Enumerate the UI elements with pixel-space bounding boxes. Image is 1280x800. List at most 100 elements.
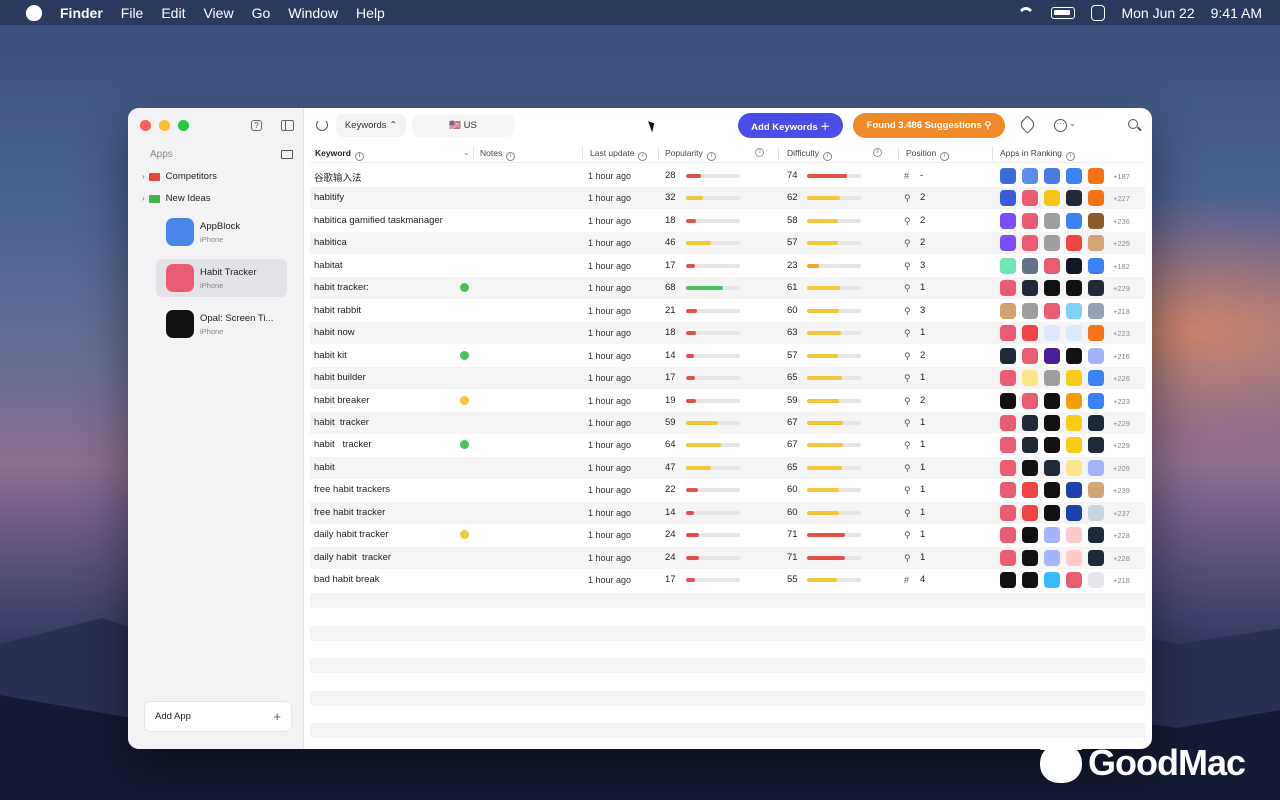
ranking-app-icon[interactable] xyxy=(1088,482,1104,499)
new-folder-icon[interactable] xyxy=(281,150,293,159)
ranking-app-icon[interactable] xyxy=(1088,572,1104,589)
ranking-app-icon[interactable] xyxy=(1044,549,1060,566)
col-notes[interactable]: Notes i xyxy=(480,148,516,161)
ranking-app-icon[interactable] xyxy=(1066,280,1082,297)
keyword-cell[interactable]: habit builder xyxy=(314,372,366,383)
ranking-app-icon[interactable] xyxy=(1066,325,1082,342)
sidebar-folder[interactable]: › New Ideas xyxy=(142,193,211,204)
ranking-app-icon[interactable] xyxy=(1022,437,1038,454)
table-row[interactable]: bad habit break 1 hour ago 17 55 #4 +218 xyxy=(310,569,1145,591)
keyword-cell[interactable]: bad habit break xyxy=(314,574,380,585)
ranking-app-icon[interactable] xyxy=(1044,235,1060,252)
table-row[interactable]: daily habit tracker 1 hour ago 24 71 ⚲ 1 +228 xyxy=(310,524,1145,546)
keyword-cell[interactable]: habitica gamified taskmanager xyxy=(314,215,443,226)
chevron-down-icon[interactable]: ⌄ xyxy=(463,148,470,157)
apple-icon[interactable] xyxy=(26,4,42,21)
ranking-app-icon[interactable] xyxy=(1044,370,1060,387)
ranking-app-icon[interactable] xyxy=(1088,347,1104,364)
ranking-app-icon[interactable] xyxy=(1088,370,1104,387)
ranking-app-icon[interactable] xyxy=(1022,459,1038,476)
col-position[interactable]: Position i xyxy=(906,148,950,161)
keyword-cell[interactable]: habit breaker xyxy=(314,395,369,406)
ranking-app-icon[interactable] xyxy=(1044,257,1060,274)
more-apps-count[interactable]: +216 xyxy=(1113,352,1130,361)
menu-edit[interactable]: Edit xyxy=(161,5,185,21)
more-apps-count[interactable]: +236 xyxy=(1113,217,1130,226)
table-row[interactable]: habitat 1 hour ago 17 23 ⚲ 3 +182 xyxy=(310,255,1145,277)
ranking-app-icon[interactable] xyxy=(1088,257,1104,274)
menu-help[interactable]: Help xyxy=(356,5,385,21)
note-dot-icon[interactable] xyxy=(460,350,469,360)
keyword-cell[interactable]: habit tracker: xyxy=(314,282,369,293)
ranking-app-icon[interactable] xyxy=(1000,280,1016,297)
ranking-app-icon[interactable] xyxy=(1022,414,1038,431)
table-row[interactable]: habit rabbit 1 hour ago 21 60 ⚲ 3 +218 xyxy=(310,300,1145,322)
add-app-button[interactable]: Add App + xyxy=(144,701,292,732)
keyword-cell[interactable]: daily habit tracker xyxy=(314,552,391,563)
menu-date[interactable]: Mon Jun 22 xyxy=(1121,5,1194,21)
ranking-app-icon[interactable] xyxy=(1088,168,1104,184)
info-icon[interactable]: i xyxy=(638,152,648,161)
ranking-app-icon[interactable] xyxy=(1044,302,1060,319)
col-keyword[interactable]: Keyword i xyxy=(315,148,364,161)
chevron-down-icon[interactable]: ⌄ xyxy=(1069,119,1076,128)
ranking-app-icon[interactable] xyxy=(1088,190,1104,207)
more-apps-count[interactable]: +229 xyxy=(1113,441,1130,450)
ranking-app-icon[interactable] xyxy=(1088,504,1104,521)
keyword-cell[interactable]: habit xyxy=(314,462,335,473)
more-apps-count[interactable]: +239 xyxy=(1113,486,1130,495)
keyword-cell[interactable]: daily habit tracker xyxy=(314,529,388,540)
ranking-app-icon[interactable] xyxy=(1066,572,1082,589)
info-icon[interactable]: i xyxy=(822,152,832,161)
menu-time[interactable]: 9:41 AM xyxy=(1211,5,1262,21)
note-dot-icon[interactable] xyxy=(460,530,469,540)
more-apps-count[interactable]: +229 xyxy=(1113,419,1130,428)
ranking-app-icon[interactable] xyxy=(1000,257,1016,274)
control-center-icon[interactable] xyxy=(1091,4,1106,21)
table-row[interactable]: free habit trackers 1 hour ago 22 60 ⚲ 1 +239 xyxy=(310,479,1145,501)
sidebar-app-item[interactable]: Habit Tracker iPhone xyxy=(156,259,287,297)
ranking-app-icon[interactable] xyxy=(1044,280,1060,297)
ranking-app-icon[interactable] xyxy=(1088,325,1104,342)
keyword-cell[interactable]: habit kit xyxy=(314,350,347,361)
ranking-app-icon[interactable] xyxy=(1066,302,1082,319)
keyword-cell[interactable]: habit rabbit xyxy=(314,305,361,316)
ranking-app-icon[interactable] xyxy=(1000,392,1016,409)
ranking-app-icon[interactable] xyxy=(1044,347,1060,364)
ranking-app-icon[interactable] xyxy=(1066,459,1082,476)
ranking-app-icon[interactable] xyxy=(1022,302,1038,319)
ranking-app-icon[interactable] xyxy=(1000,212,1016,229)
ranking-app-icon[interactable] xyxy=(1022,235,1038,252)
keyword-cell[interactable]: habitica xyxy=(314,237,347,248)
table-row[interactable]: habit tracker 1 hour ago 64 67 ⚲ 1 +229 xyxy=(310,434,1145,456)
more-apps-count[interactable]: +225 xyxy=(1113,239,1130,248)
sidebar-folder[interactable]: › Competitors xyxy=(142,171,217,182)
ranking-app-icon[interactable] xyxy=(1066,392,1082,409)
more-icon[interactable]: ··· xyxy=(1054,119,1067,132)
ranking-app-icon[interactable] xyxy=(1000,527,1016,544)
table-row[interactable]: habitify 1 hour ago 32 62 ⚲ 2 +227 xyxy=(310,187,1145,210)
refresh-icon[interactable] xyxy=(316,119,328,131)
keyword-cell[interactable]: habit tracker xyxy=(314,439,372,450)
table-row[interactable]: habit breaker 1 hour ago 19 59 ⚲ 2 +223 xyxy=(310,390,1145,412)
ranking-app-icon[interactable] xyxy=(1088,459,1104,476)
ranking-app-icon[interactable] xyxy=(1044,437,1060,454)
ranking-app-icon[interactable] xyxy=(1066,257,1082,274)
ranking-app-icon[interactable] xyxy=(1022,325,1038,342)
ranking-app-icon[interactable] xyxy=(1000,482,1016,499)
suggestions-button[interactable]: Found 3.486 Suggestions ⚲ xyxy=(853,113,1005,138)
ranking-app-icon[interactable] xyxy=(1022,504,1038,521)
menu-window[interactable]: Window xyxy=(288,5,338,21)
ranking-app-icon[interactable] xyxy=(1066,347,1082,364)
country-select[interactable]: 🇺🇸 US xyxy=(412,114,514,137)
ranking-app-icon[interactable] xyxy=(1066,212,1082,229)
note-dot-icon[interactable] xyxy=(460,440,469,450)
keyword-cell[interactable]: habitify xyxy=(314,192,344,203)
col-popularity[interactable]: Popularity i xyxy=(665,148,716,161)
ranking-app-icon[interactable] xyxy=(1044,414,1060,431)
ranking-app-icon[interactable] xyxy=(1088,549,1104,566)
ranking-app-icon[interactable] xyxy=(1066,549,1082,566)
ranking-app-icon[interactable] xyxy=(1022,527,1038,544)
ranking-app-icon[interactable] xyxy=(1000,437,1016,454)
chevron-right-icon[interactable]: › xyxy=(142,172,145,181)
